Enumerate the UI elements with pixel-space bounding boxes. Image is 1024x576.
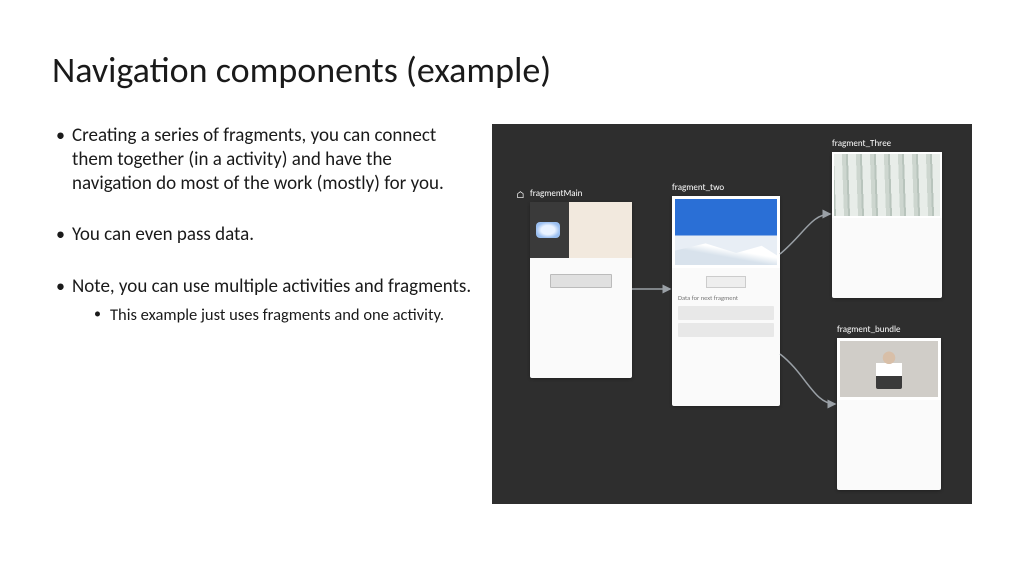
preview-caption: Data for next fragment [678,294,774,302]
fragment-card-bundle: fragment_bundle [837,338,941,490]
image-column: ⌂ fragmentMain fragment_two Data for nex… [492,124,972,546]
preview-bar-button [678,323,774,337]
fragment-preview-body: Data for next fragment [672,268,780,348]
content-row: Creating a series of fragments, you can … [52,124,972,546]
preview-small-button [706,276,746,288]
fragment-preview-image [530,202,632,258]
home-icon: ⌂ [516,188,525,201]
sub-bullet-list: This example just uses fragments and one… [72,305,472,326]
sub-bullet-item: This example just uses fragments and one… [94,305,472,326]
bullet-text: Note, you can use multiple activities an… [72,275,471,298]
navigation-graph-editor: ⌂ fragmentMain fragment_two Data for nex… [492,124,972,504]
bullet-item: You can even pass data. [52,223,472,247]
preview-caption [837,400,941,420]
preview-bar-button [678,306,774,320]
fragment-card-three: fragment_Three [832,152,942,298]
bullet-item: Note, you can use multiple activities an… [52,275,472,325]
fragment-card-two: fragment_two Data for next fragment [672,196,780,406]
fragment-preview-image [672,196,780,268]
preview-caption [832,218,942,238]
text-column: Creating a series of fragments, you can … [52,124,472,546]
fragment-label: fragment_two [672,182,724,193]
slide-title: Navigation components (example) [52,48,972,92]
fragment-label: fragmentMain [530,188,582,199]
fragment-preview-image [832,152,942,218]
fragment-label: fragment_Three [832,138,891,149]
preview-button [550,274,612,288]
bullet-list: Creating a series of fragments, you can … [52,124,472,325]
fragment-preview-image [837,338,941,400]
bullet-item: Creating a series of fragments, you can … [52,124,472,195]
fragment-card-main: ⌂ fragmentMain [530,202,632,378]
fragment-label: fragment_bundle [837,324,901,335]
slide: Navigation components (example) Creating… [0,0,1024,576]
